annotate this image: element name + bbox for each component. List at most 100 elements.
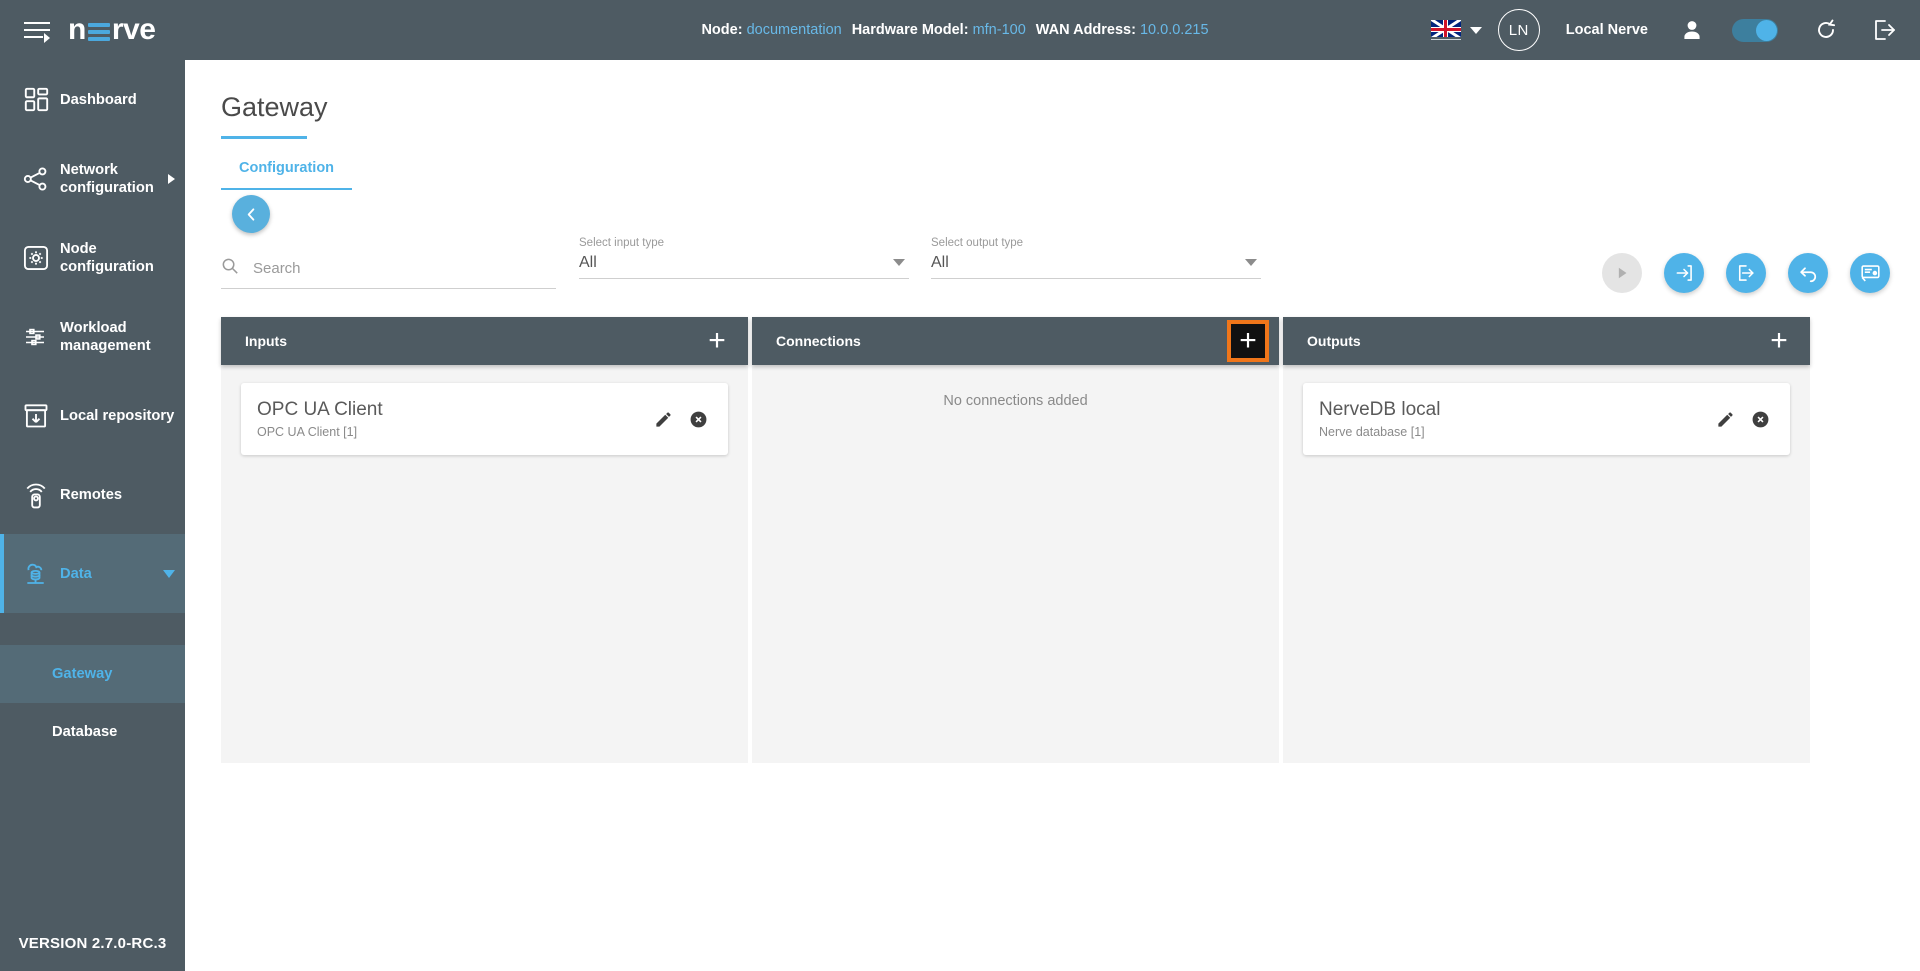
wan-address-value: 10.0.0.215 [1140,22,1209,38]
sidebar-item-workload-management[interactable]: Workload management [0,297,185,376]
export-arrow-icon [1736,263,1756,283]
chevron-left-icon [244,207,259,222]
user-name-label: Local Nerve [1566,22,1648,38]
panel-body: NerveDB local Nerve database [1] [1283,365,1810,763]
submenu-spacer [0,613,185,645]
search-field[interactable] [221,257,556,289]
sidebar-item-dashboard[interactable]: Dashboard [0,60,185,139]
play-icon [1613,264,1631,282]
hamburger-menu-icon[interactable] [24,19,50,41]
sidebar: Dashboard Network configuration Node con… [0,60,185,971]
sidebar-item-label: Dashboard [60,91,137,109]
panel-body: No connections added [752,365,1279,763]
language-chevron-down-icon[interactable] [1470,27,1482,34]
main-content: Gateway Configuration Select input type … [185,60,1920,971]
sidebar-item-local-repository[interactable]: Local repository [0,376,185,455]
panel-header: Connections + [752,317,1279,365]
header-right-tools: LN Local Nerve [1431,0,1898,60]
tab-label: Configuration [239,160,334,176]
repository-download-icon [12,402,60,430]
add-connection-button[interactable]: + [1231,324,1265,358]
sidebar-item-label: Remotes [60,486,122,504]
import-arrow-icon [1674,263,1694,283]
sidebar-item-label: Workload management [60,319,151,355]
panel-header: Outputs + [1283,317,1810,365]
network-share-icon [12,165,60,193]
chevron-down-icon [163,570,175,578]
certificate-button[interactable] [1850,253,1890,293]
hardware-model-value: mfn-100 [973,22,1026,38]
sidebar-item-database[interactable]: Database [0,703,185,761]
undo-button[interactable] [1788,253,1828,293]
pencil-icon[interactable] [1716,410,1735,429]
card-subtitle: OPC UA Client [1] [257,425,654,439]
person-icon[interactable] [1682,19,1702,41]
select-input-type-label: Select input type [579,237,909,249]
chevron-right-icon [168,174,175,184]
chevron-down-icon [893,259,905,266]
sidebar-item-label: Node configuration [60,240,154,276]
panel-connections: Connections + No connections added [752,317,1279,763]
page-title: Gateway [221,92,328,123]
tab-configuration[interactable]: Configuration [221,152,352,190]
dashboard-grid-icon [12,86,60,113]
wan-address-label: WAN Address: [1036,22,1136,38]
avatar[interactable]: LN [1498,9,1540,51]
undo-arrow-icon [1798,263,1819,284]
delete-circle-icon[interactable] [1751,410,1770,429]
play-button[interactable] [1602,253,1642,293]
import-button[interactable] [1664,253,1704,293]
version-label: VERSION 2.7.0-RC.3 [0,915,185,971]
search-icon [221,257,239,280]
select-output-type-label: Select output type [931,237,1261,249]
sidebar-item-remotes[interactable]: Remotes [0,455,185,534]
add-output-button[interactable]: + [1762,324,1796,358]
list-item[interactable]: NerveDB local Nerve database [1] [1303,383,1790,455]
nerve-logo: n rve [68,15,155,45]
list-item[interactable]: OPC UA Client OPC UA Client [1] [241,383,728,455]
sidebar-subitem-label: Gateway [52,666,112,682]
logout-icon[interactable] [1872,18,1898,42]
uk-flag-icon[interactable] [1431,20,1461,40]
delete-circle-icon[interactable] [689,410,708,429]
panel-title: Connections [776,333,861,349]
select-input-type-value: All [579,254,909,272]
back-button[interactable] [232,195,270,233]
node-value: documentation [747,22,842,38]
sidebar-item-label: Local repository [60,407,174,425]
sidebar-item-node-configuration[interactable]: Node configuration [0,218,185,297]
panel-header: Inputs + [221,317,748,365]
empty-state-message: No connections added [772,393,1259,409]
top-header: n rve Node: documentation Hardware Model… [0,0,1920,60]
chevron-down-icon [1245,259,1257,266]
card-subtitle: Nerve database [1] [1319,425,1716,439]
export-button[interactable] [1726,253,1766,293]
search-input[interactable] [253,260,556,277]
sidebar-subitem-label: Database [52,724,117,740]
node-gear-icon [12,244,60,272]
node-label: Node: [701,22,742,38]
add-input-button[interactable]: + [700,324,734,358]
remote-control-icon [12,480,60,510]
panel-outputs: Outputs + NerveDB local Nerve database [… [1283,317,1810,763]
sidebar-item-label: Network configuration [60,161,154,197]
refresh-icon[interactable] [1814,18,1838,42]
page-title-underline [221,136,307,139]
select-output-type-value: All [931,254,1261,272]
mode-toggle[interactable] [1732,19,1778,42]
sidebar-item-gateway[interactable]: Gateway [0,645,185,703]
hardware-model-label: Hardware Model: [852,22,969,38]
card-title: OPC UA Client [257,399,654,421]
logo-e-bars-icon [88,18,110,42]
card-title: NerveDB local [1319,399,1716,421]
sidebar-item-data[interactable]: Data [0,534,185,613]
sliders-icon [12,325,60,349]
action-bar [1602,253,1890,293]
select-output-type[interactable]: Select output type All [931,237,1261,279]
sidebar-item-network-configuration[interactable]: Network configuration [0,139,185,218]
sidebar-item-label: Data [60,565,92,583]
certificate-icon [1860,263,1881,284]
select-input-type[interactable]: Select input type All [579,237,909,279]
pencil-icon[interactable] [654,410,673,429]
data-cloud-icon [12,559,60,589]
